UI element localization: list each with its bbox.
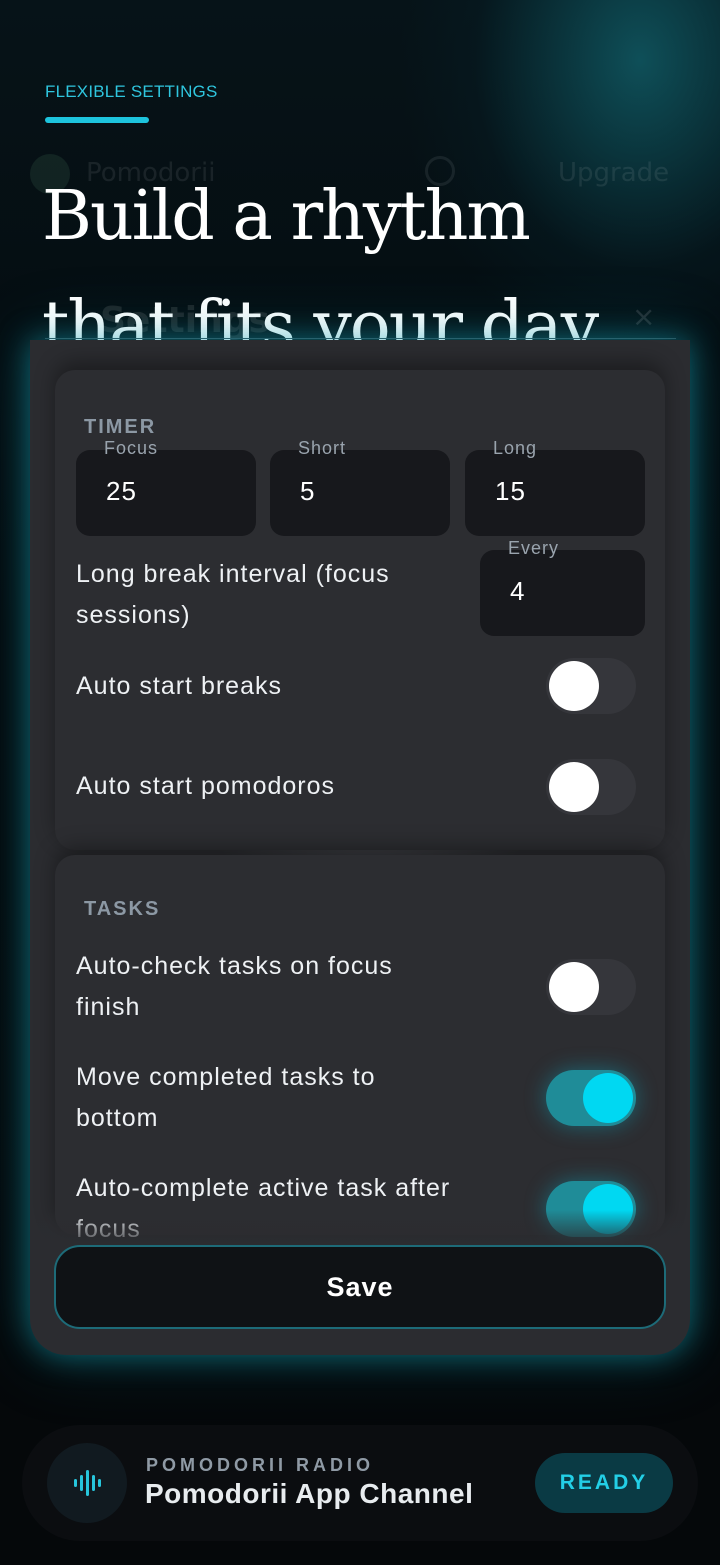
radio-player[interactable]: POMODORII RADIO Pomodorii App Channel RE… [22,1425,698,1541]
radio-channel-name: Pomodorii App Channel [145,1478,474,1509]
move-completed-label: Move completed tasks to bottom [76,1063,376,1132]
save-button[interactable]: Save [54,1245,666,1329]
eyebrow-underline [45,117,149,123]
tasks-section-title: TASKS [84,898,161,920]
auto-check-tasks-toggle[interactable] [546,959,636,1015]
audio-wave-glyph [74,1470,101,1496]
settings-modal: TIMER Focus 25 Short 5 Long 15 Long brea… [30,340,690,1355]
page: Pomodorii Upgrade Settings × FLEXIBLE SE… [0,0,720,1565]
long-break-label: Long [493,438,538,458]
auto-start-breaks-label: Auto start breaks [76,672,282,700]
move-completed-toggle[interactable] [546,1070,636,1126]
focus-duration-label: Focus [104,438,159,458]
toggle-knob [549,661,599,711]
long-break-value: 15 [495,476,526,506]
auto-check-tasks-label: Auto-check tasks on focus finish [76,952,393,1021]
radio-kicker: POMODORII RADIO [146,1455,375,1475]
long-break-interval-label: Long break interval (focus sessions) [76,560,390,629]
long-break-interval-input[interactable]: Every 4 [480,538,645,636]
radio-status-badge[interactable]: READY [535,1453,673,1513]
toggle-knob [549,962,599,1012]
toggle-knob [583,1073,633,1123]
auto-start-pomodoros-label: Auto start pomodoros [76,772,336,800]
tasks-section: TASKS Auto-check tasks on focus finish M… [55,855,665,1243]
short-break-value: 5 [300,476,316,506]
eyebrow-label: FLEXIBLE SETTINGS [45,82,218,101]
auto-start-pomodoros-toggle[interactable] [546,759,636,815]
headline-line-1: Build a rhythm [42,177,531,256]
timer-section-title: TIMER [84,416,157,438]
short-break-label: Short [298,438,347,458]
headline-divider [45,338,676,339]
focus-duration-value: 25 [106,476,137,506]
short-break-input[interactable]: Short 5 [270,438,450,536]
focus-duration-input[interactable]: Focus 25 [76,438,256,536]
long-break-input[interactable]: Long 15 [465,438,645,536]
toggle-knob [549,762,599,812]
interval-every-value: 4 [510,576,526,606]
audio-wave-icon[interactable] [47,1443,127,1523]
timer-section: TIMER Focus 25 Short 5 Long 15 Long brea… [55,370,665,850]
auto-start-breaks-toggle[interactable] [546,658,636,714]
interval-every-label: Every [508,538,560,558]
scroll-fade [30,1210,690,1250]
